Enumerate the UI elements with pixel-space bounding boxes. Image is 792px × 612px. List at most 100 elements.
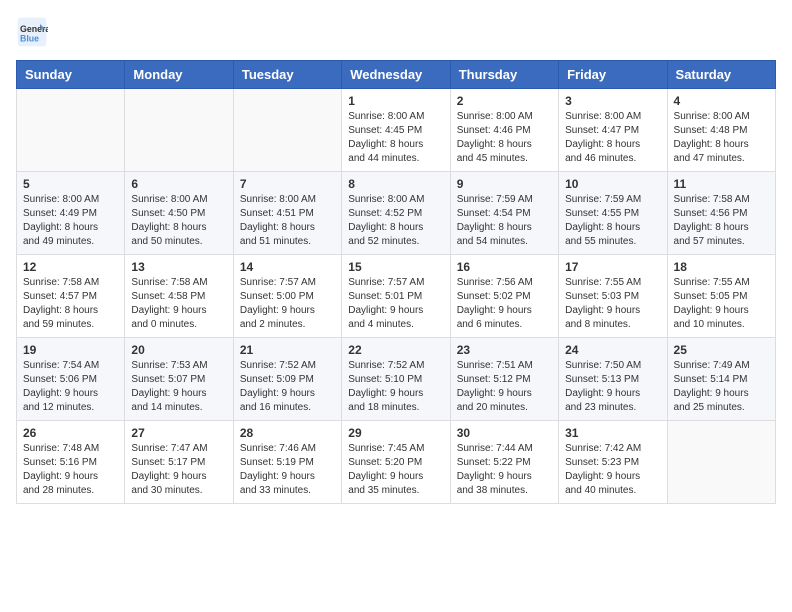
- day-info: Sunrise: 7:48 AM Sunset: 5:16 PM Dayligh…: [23, 442, 118, 498]
- day-number: 18: [674, 260, 769, 274]
- day-number: 25: [674, 343, 769, 357]
- day-info: Sunrise: 7:57 AM Sunset: 5:00 PM Dayligh…: [240, 276, 335, 332]
- weekday-header: Wednesday: [342, 61, 450, 89]
- calendar-cell: 26 Sunrise: 7:48 AM Sunset: 5:16 PM Dayli…: [17, 421, 125, 504]
- day-info: Sunrise: 7:47 AM Sunset: 5:17 PM Dayligh…: [131, 442, 226, 498]
- calendar-cell: 5 Sunrise: 8:00 AM Sunset: 4:49 PM Daylig…: [17, 172, 125, 255]
- calendar-cell: 19 Sunrise: 7:54 AM Sunset: 5:06 PM Dayli…: [17, 338, 125, 421]
- day-number: 16: [457, 260, 552, 274]
- page-header: General Blue: [16, 16, 776, 48]
- day-number: 26: [23, 426, 118, 440]
- day-info: Sunrise: 8:00 AM Sunset: 4:52 PM Dayligh…: [348, 193, 443, 249]
- day-number: 1: [348, 94, 443, 108]
- day-number: 22: [348, 343, 443, 357]
- calendar-cell: 29 Sunrise: 7:45 AM Sunset: 5:20 PM Dayli…: [342, 421, 450, 504]
- day-number: 15: [348, 260, 443, 274]
- day-info: Sunrise: 7:45 AM Sunset: 5:20 PM Dayligh…: [348, 442, 443, 498]
- calendar-cell: 22 Sunrise: 7:52 AM Sunset: 5:10 PM Dayli…: [342, 338, 450, 421]
- calendar-cell: 28Sunrise: 7:46 AM Sunset: 5:19 PM Dayli…: [233, 421, 341, 504]
- logo: General Blue: [16, 16, 52, 48]
- day-info: Sunrise: 7:58 AM Sunset: 4:57 PM Dayligh…: [23, 276, 118, 332]
- calendar-cell: 24Sunrise: 7:50 AM Sunset: 5:13 PM Dayli…: [559, 338, 667, 421]
- day-info: Sunrise: 7:53 AM Sunset: 5:07 PM Dayligh…: [131, 359, 226, 415]
- calendar-cell: 2Sunrise: 8:00 AM Sunset: 4:46 PM Daylig…: [450, 89, 558, 172]
- day-number: 31: [565, 426, 660, 440]
- day-info: Sunrise: 7:49 AM Sunset: 5:14 PM Dayligh…: [674, 359, 769, 415]
- calendar-cell: 12 Sunrise: 7:58 AM Sunset: 4:57 PM Dayli…: [17, 255, 125, 338]
- calendar-cell: 25 Sunrise: 7:49 AM Sunset: 5:14 PM Dayli…: [667, 338, 775, 421]
- day-info: Sunrise: 7:46 AM Sunset: 5:19 PM Dayligh…: [240, 442, 335, 498]
- day-info: Sunrise: 8:00 AM Sunset: 4:49 PM Dayligh…: [23, 193, 118, 249]
- day-info: Sunrise: 8:00 AM Sunset: 4:47 PM Dayligh…: [565, 110, 660, 166]
- day-info: Sunrise: 7:50 AM Sunset: 5:13 PM Dayligh…: [565, 359, 660, 415]
- calendar-header-row: SundayMondayTuesdayWednesdayThursdayFrid…: [17, 61, 776, 89]
- day-info: Sunrise: 7:59 AM Sunset: 4:55 PM Dayligh…: [565, 193, 660, 249]
- weekday-header: Saturday: [667, 61, 775, 89]
- calendar-cell: 31 Sunrise: 7:42 AM Sunset: 5:23 PM Dayli…: [559, 421, 667, 504]
- day-info: Sunrise: 8:00 AM Sunset: 4:51 PM Dayligh…: [240, 193, 335, 249]
- weekday-header: Friday: [559, 61, 667, 89]
- logo-icon: General Blue: [16, 16, 48, 48]
- day-info: Sunrise: 8:00 AM Sunset: 4:46 PM Dayligh…: [457, 110, 552, 166]
- day-info: Sunrise: 7:55 AM Sunset: 5:05 PM Dayligh…: [674, 276, 769, 332]
- calendar-cell: 11 Sunrise: 7:58 AM Sunset: 4:56 PM Dayli…: [667, 172, 775, 255]
- calendar-cell: 14 Sunrise: 7:57 AM Sunset: 5:00 PM Dayli…: [233, 255, 341, 338]
- calendar-table: SundayMondayTuesdayWednesdayThursdayFrid…: [16, 60, 776, 504]
- calendar-week-row: 5 Sunrise: 8:00 AM Sunset: 4:49 PM Daylig…: [17, 172, 776, 255]
- day-info: Sunrise: 7:44 AM Sunset: 5:22 PM Dayligh…: [457, 442, 552, 498]
- day-info: Sunrise: 7:58 AM Sunset: 4:56 PM Dayligh…: [674, 193, 769, 249]
- calendar-cell: [17, 89, 125, 172]
- calendar-cell: 20 Sunrise: 7:53 AM Sunset: 5:07 PM Dayli…: [125, 338, 233, 421]
- day-number: 21: [240, 343, 335, 357]
- calendar-week-row: 12 Sunrise: 7:58 AM Sunset: 4:57 PM Dayli…: [17, 255, 776, 338]
- calendar-cell: 4Sunrise: 8:00 AM Sunset: 4:48 PM Daylig…: [667, 89, 775, 172]
- calendar-cell: 1 Sunrise: 8:00 AM Sunset: 4:45 PM Daylig…: [342, 89, 450, 172]
- day-info: Sunrise: 7:57 AM Sunset: 5:01 PM Dayligh…: [348, 276, 443, 332]
- calendar-cell: [125, 89, 233, 172]
- day-info: Sunrise: 7:58 AM Sunset: 4:58 PM Dayligh…: [131, 276, 226, 332]
- day-info: Sunrise: 7:52 AM Sunset: 5:10 PM Dayligh…: [348, 359, 443, 415]
- day-number: 19: [23, 343, 118, 357]
- day-info: Sunrise: 7:51 AM Sunset: 5:12 PM Dayligh…: [457, 359, 552, 415]
- day-number: 7: [240, 177, 335, 191]
- day-info: Sunrise: 7:59 AM Sunset: 4:54 PM Dayligh…: [457, 193, 552, 249]
- day-number: 12: [23, 260, 118, 274]
- day-info: Sunrise: 8:00 AM Sunset: 4:45 PM Dayligh…: [348, 110, 443, 166]
- day-number: 27: [131, 426, 226, 440]
- day-number: 6: [131, 177, 226, 191]
- day-number: 20: [131, 343, 226, 357]
- day-info: Sunrise: 7:42 AM Sunset: 5:23 PM Dayligh…: [565, 442, 660, 498]
- day-number: 3: [565, 94, 660, 108]
- calendar-cell: 8Sunrise: 8:00 AM Sunset: 4:52 PM Daylig…: [342, 172, 450, 255]
- day-number: 29: [348, 426, 443, 440]
- weekday-header: Thursday: [450, 61, 558, 89]
- day-number: 10: [565, 177, 660, 191]
- day-info: Sunrise: 8:00 AM Sunset: 4:50 PM Dayligh…: [131, 193, 226, 249]
- calendar-cell: 7 Sunrise: 8:00 AM Sunset: 4:51 PM Daylig…: [233, 172, 341, 255]
- calendar-cell: 15 Sunrise: 7:57 AM Sunset: 5:01 PM Dayli…: [342, 255, 450, 338]
- calendar-cell: 27 Sunrise: 7:47 AM Sunset: 5:17 PM Dayli…: [125, 421, 233, 504]
- day-number: 4: [674, 94, 769, 108]
- day-number: 11: [674, 177, 769, 191]
- day-info: Sunrise: 7:56 AM Sunset: 5:02 PM Dayligh…: [457, 276, 552, 332]
- calendar-cell: 6 Sunrise: 8:00 AM Sunset: 4:50 PM Daylig…: [125, 172, 233, 255]
- day-info: Sunrise: 7:52 AM Sunset: 5:09 PM Dayligh…: [240, 359, 335, 415]
- calendar-cell: 17Sunrise: 7:55 AM Sunset: 5:03 PM Dayli…: [559, 255, 667, 338]
- calendar-cell: 3 Sunrise: 8:00 AM Sunset: 4:47 PM Daylig…: [559, 89, 667, 172]
- calendar-cell: [667, 421, 775, 504]
- day-number: 9: [457, 177, 552, 191]
- calendar-week-row: 19 Sunrise: 7:54 AM Sunset: 5:06 PM Dayli…: [17, 338, 776, 421]
- calendar-cell: 16 Sunrise: 7:56 AM Sunset: 5:02 PM Dayli…: [450, 255, 558, 338]
- calendar-cell: 30 Sunrise: 7:44 AM Sunset: 5:22 PM Dayli…: [450, 421, 558, 504]
- svg-text:Blue: Blue: [20, 34, 39, 44]
- day-number: 17: [565, 260, 660, 274]
- day-info: Sunrise: 7:54 AM Sunset: 5:06 PM Dayligh…: [23, 359, 118, 415]
- calendar-cell: 18 Sunrise: 7:55 AM Sunset: 5:05 PM Dayli…: [667, 255, 775, 338]
- day-number: 30: [457, 426, 552, 440]
- day-number: 5: [23, 177, 118, 191]
- day-number: 14: [240, 260, 335, 274]
- calendar-cell: [233, 89, 341, 172]
- calendar-cell: 21 Sunrise: 7:52 AM Sunset: 5:09 PM Dayli…: [233, 338, 341, 421]
- weekday-header: Sunday: [17, 61, 125, 89]
- calendar-cell: 13Sunrise: 7:58 AM Sunset: 4:58 PM Dayli…: [125, 255, 233, 338]
